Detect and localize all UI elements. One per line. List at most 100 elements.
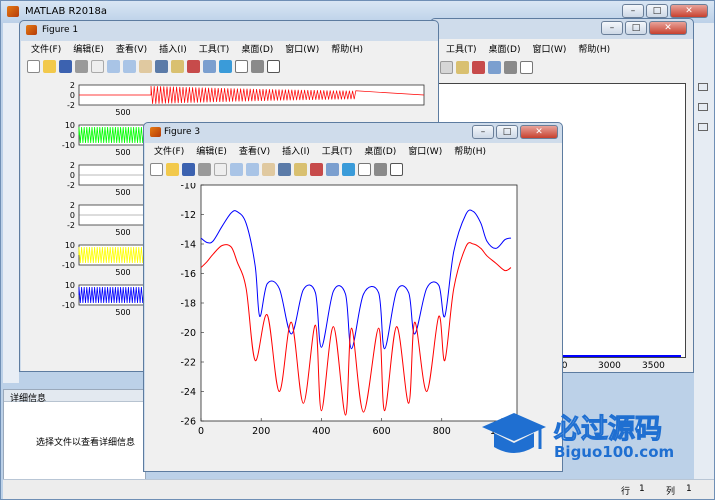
pointer-icon[interactable] [214,163,227,176]
menu-item[interactable]: 工具(T) [193,43,236,57]
link-icon[interactable] [203,60,216,73]
y-tick-label: -22 [180,358,196,369]
menu-item[interactable]: 帮助(H) [325,43,369,57]
datacursor-icon[interactable] [171,60,184,73]
print-icon[interactable] [198,163,211,176]
datacursor-icon[interactable] [456,61,469,74]
hide-tools-icon[interactable] [374,163,387,176]
legend-icon[interactable] [235,60,248,73]
figure3-close-button[interactable]: ✕ [520,125,558,139]
bgfig-menubar: 工具(T) 桌面(D) 窗口(W) 帮助(H) [440,43,617,57]
y-tick-label: -26 [180,417,196,428]
matlab-logo-icon [7,6,19,17]
menu-item[interactable]: 窗口(W) [526,43,572,57]
y-tick-label: -16 [180,269,196,280]
new-figure-icon[interactable] [27,60,40,73]
x-tick-label: 200 [252,426,270,437]
open-icon[interactable] [166,163,179,176]
rotate-icon[interactable] [278,163,291,176]
pan-icon[interactable] [262,163,275,176]
legend-icon[interactable] [358,163,371,176]
brush-icon[interactable] [472,61,485,74]
matlab-minimize-button[interactable]: – [622,4,644,18]
zoom-in-icon[interactable] [107,60,120,73]
x-tick-label: 800 [433,426,451,437]
dock-icon[interactable] [267,60,280,73]
subplot-ytick: 0 [70,131,75,140]
y-tick-label: -14 [180,240,196,251]
subplot-ytick: 10 [65,241,75,250]
menu-item[interactable]: 帮助(H) [448,145,492,159]
rotate-icon[interactable] [155,60,168,73]
subplot-xtick: 500 [115,148,130,157]
new-figure-icon[interactable] [150,163,163,176]
subplot-ytick: 0 [70,171,75,180]
y-tick-label: -18 [180,299,196,310]
subplot-ytick: 10 [65,281,75,290]
subplot-ytick: 0 [70,211,75,220]
status-row-value: 1 [639,484,645,494]
datacursor-icon[interactable] [294,163,307,176]
zoom-out-icon[interactable] [123,60,136,73]
y-tick-label: -24 [180,387,196,398]
hide-tools-icon[interactable] [251,60,264,73]
legend-icon[interactable] [520,61,533,74]
open-icon[interactable] [43,60,56,73]
subplot-xtick: 500 [115,188,130,197]
panel-toggle-icon[interactable] [698,83,708,91]
figure3-minimize-button[interactable]: – [472,125,494,139]
subplot-ytick: 2 [70,161,75,170]
figure3-maximize-button[interactable]: □ [496,125,518,139]
print-icon[interactable] [75,60,88,73]
link-icon[interactable] [488,61,501,74]
menu-item[interactable]: 文件(F) [25,43,67,57]
subplot-ytick: 10 [65,121,75,130]
menu-item[interactable]: 查看(V) [110,43,153,57]
zoom-in-icon[interactable] [230,163,243,176]
brush-icon[interactable] [187,60,200,73]
menu-item[interactable]: 工具(T) [440,43,483,57]
details-title: 详细信息 [10,394,47,404]
panel-toggle-icon[interactable] [698,123,708,131]
subplot-ytick: -2 [67,221,75,230]
subplot-ytick: 2 [70,81,75,90]
figure3-title: Figure 3 [164,127,201,137]
figure1-logo-icon [26,25,37,35]
matlab-maximize-button[interactable]: □ [646,4,668,18]
panel-toggle-icon[interactable] [698,103,708,111]
menu-item[interactable]: 文件(F) [148,145,190,159]
pointer-icon[interactable] [91,60,104,73]
menu-item[interactable]: 帮助(H) [572,43,616,57]
menu-item[interactable]: 工具(T) [316,145,359,159]
menu-item[interactable]: 插入(I) [276,145,316,159]
menu-item[interactable]: 查看(V) [233,145,276,159]
bgfig-close-button[interactable]: ✕ [649,21,687,35]
bgfig-minimize-button[interactable]: – [601,21,623,35]
colorbar-icon[interactable] [219,60,232,73]
menu-item[interactable]: 桌面(D) [358,145,402,159]
figure1-menubar: 文件(F) 编辑(E) 查看(V) 插入(I) 工具(T) 桌面(D) 窗口(W… [25,43,369,57]
menu-item[interactable]: 窗口(W) [279,43,325,57]
save-icon[interactable] [182,163,195,176]
pan-icon[interactable] [139,60,152,73]
matlab-title: MATLAB R2018a [25,6,108,17]
zoom-out-icon[interactable] [246,163,259,176]
bgfig-xtick: 3500 [642,361,665,371]
colorbar-icon[interactable] [342,163,355,176]
subplot-xtick: 500 [115,308,130,317]
menu-item[interactable]: 编辑(E) [190,145,233,159]
menu-item[interactable]: 插入(I) [153,43,193,57]
zoom-icon[interactable] [440,61,453,74]
menu-item[interactable]: 桌面(D) [483,43,527,57]
menu-item[interactable]: 窗口(W) [402,145,448,159]
brush-icon[interactable] [310,163,323,176]
save-icon[interactable] [59,60,72,73]
dock-icon[interactable] [390,163,403,176]
menu-item[interactable]: 桌面(D) [235,43,279,57]
link-icon[interactable] [326,163,339,176]
matlab-close-button[interactable]: ✕ [670,4,708,18]
colorbar-icon[interactable] [504,61,517,74]
menu-item[interactable]: 编辑(E) [67,43,110,57]
bgfig-xtick: 3000 [598,361,621,371]
bgfig-maximize-button[interactable]: □ [625,21,647,35]
